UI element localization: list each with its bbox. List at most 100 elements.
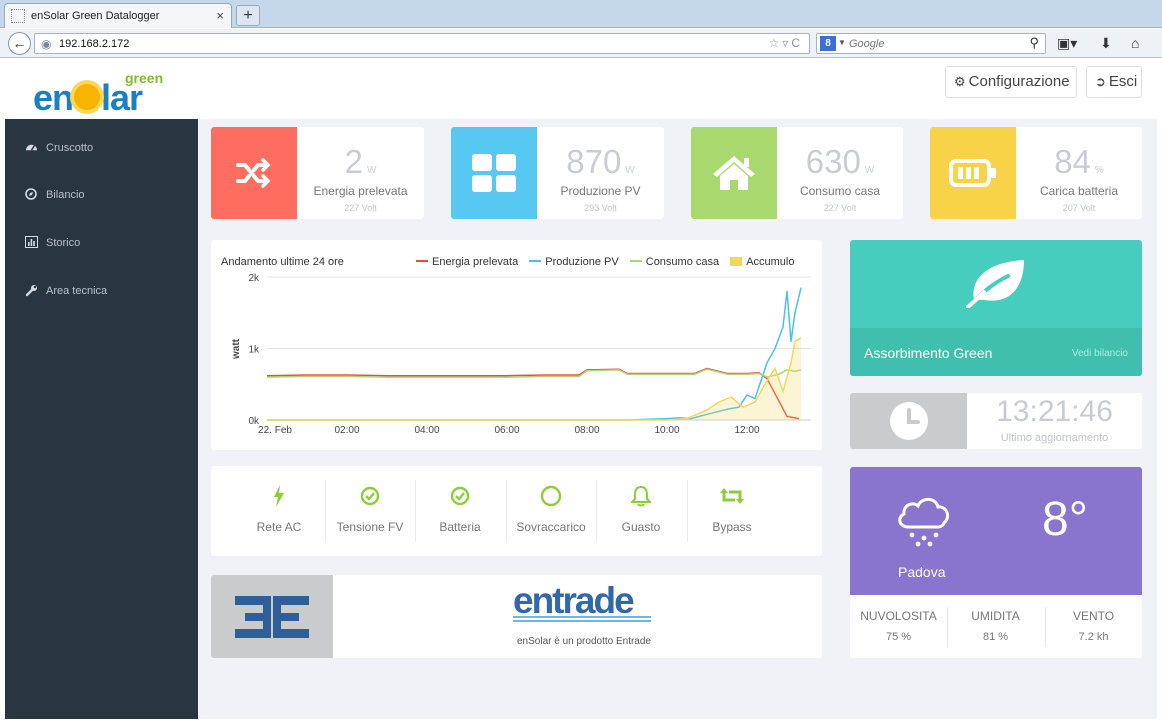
stat-card-energia-prelevata: 2W Energia prelevata 227 Volt	[211, 127, 424, 219]
search-input[interactable]	[849, 36, 1019, 51]
weather-col-umidita: UMIDITA 81 %	[947, 595, 1044, 658]
status-card: Rete AC Tensione FV Batteria Sovraccaric…	[211, 466, 822, 556]
search-engine-icon[interactable]: 8	[820, 36, 836, 51]
browser-tabbar: enSolar Green Datalogger × +	[0, 0, 1162, 28]
sidebar-item-label: Area tecnica	[46, 285, 108, 297]
sidebar-item-label: Bilancio	[46, 189, 85, 201]
bookmark-star-icon[interactable]: ☆▿C	[769, 36, 803, 50]
address-url: 192.168.2.172	[59, 38, 130, 50]
home-icon[interactable]: ⌂	[1131, 35, 1139, 51]
status-batteria[interactable]: Batteria	[415, 480, 505, 542]
stat-label: Carica batteria	[1039, 184, 1119, 198]
stat-voltage: 207 Volt	[1062, 203, 1096, 213]
weather-col-label: UMIDITA	[971, 609, 1020, 623]
logo-sun-icon	[74, 84, 101, 111]
weather-temperature: 8°	[1042, 493, 1088, 546]
gear-icon: ⚙	[954, 74, 966, 89]
logo-en: en	[33, 77, 74, 118]
bookmarks-menu-icon[interactable]: ▣▾	[1057, 35, 1077, 52]
new-tab-button[interactable]: +	[236, 5, 260, 26]
chart-plot[interactable]: 0k1k2kwatt22. Feb 02:00 04:00 06:00 08:00 10:…	[211, 240, 822, 450]
tab-favicon-icon	[11, 9, 25, 23]
tab-close-icon[interactable]: ×	[216, 8, 224, 23]
sign-out-icon: ➲	[1095, 74, 1106, 89]
y-tick-label: 1k	[248, 345, 260, 356]
sidebar-item-bilancio[interactable]: Bilancio	[5, 176, 198, 216]
exit-label: Esci	[1108, 73, 1138, 90]
status-tensione-fv[interactable]: Tensione FV	[325, 480, 415, 542]
stat-unit: W	[864, 165, 875, 176]
sidebar-item-storico[interactable]: Storico	[5, 224, 198, 264]
search-magnifier-icon[interactable]: ⚲	[1029, 35, 1039, 51]
x-tick-label: 04:00	[414, 425, 439, 436]
x-tick-label: 12:00	[734, 425, 759, 436]
entrade-mark-icon	[211, 575, 333, 658]
configuration-label: Configurazione	[968, 73, 1070, 90]
weather-col-value: 7.2 kh	[1078, 631, 1109, 643]
circle-icon	[506, 484, 596, 508]
weather-col-label: VENTO	[1072, 609, 1115, 623]
stat-card-consumo-casa: 630 W Consumo casa 227 Volt	[691, 127, 903, 219]
chart-card: Andamento ultime 24 ore Energia prelevat…	[211, 240, 822, 450]
green-card-footer: Assorbimento Green Vedi bilancio	[850, 328, 1142, 376]
stat-value: 2W	[297, 143, 424, 181]
stat-unit: %	[1094, 165, 1104, 176]
status-sovraccarico[interactable]: Sovraccarico	[506, 480, 596, 542]
y-axis-label: watt	[231, 338, 242, 360]
stat-unit: W	[625, 165, 635, 176]
status-guasto[interactable]: Guasto	[596, 480, 686, 542]
entrade-logo-text: entrade	[513, 583, 634, 621]
browser-navbar: ← ◉ 192.168.2.172 ☆▿C 8 ▼ ⚲ ▣▾ ⬇ ⌂	[0, 29, 1162, 58]
globe-icon: ◉	[41, 37, 52, 51]
configuration-button[interactable]: ⚙ Configurazione	[945, 66, 1077, 98]
clock-icon	[850, 393, 967, 449]
battery-icon	[930, 127, 1016, 219]
status-label: Guasto	[621, 520, 661, 534]
entrade-card: entrade enSolar è un prodotto Entrade	[211, 575, 822, 658]
retweet-icon	[687, 484, 777, 508]
sidebar-item-cruscotto[interactable]: Cruscotto	[5, 129, 198, 169]
view-balance-link[interactable]: Vedi bilancio	[1072, 348, 1128, 359]
browser-tab[interactable]: enSolar Green Datalogger ×	[4, 3, 232, 28]
stat-label: Produzione PV	[560, 184, 641, 198]
sidebar-item-label: Cruscotto	[46, 142, 94, 154]
status-label: Batteria	[439, 520, 481, 534]
series-line-consumo-casa	[266, 368, 802, 378]
logo-word: en lar	[33, 77, 143, 119]
stat-number: 870	[566, 143, 622, 180]
app-header: green en lar ⚙ Configurazione ➲ Esci	[5, 59, 1157, 119]
download-icon[interactable]: ⬇	[1100, 35, 1112, 52]
stat-card-produzione-pv: 870 W Produzione PV 293 Volt	[451, 127, 664, 219]
weather-col-label: NUVOLOSITA	[860, 609, 937, 623]
stat-voltage: 227 Volt	[823, 203, 857, 213]
entrade-logo: entrade	[511, 580, 659, 623]
back-arrow-icon: ←	[12, 35, 27, 51]
check-circle-icon	[415, 484, 505, 508]
status-bypass[interactable]: Bypass	[687, 480, 777, 542]
entrade-caption: enSolar è un prodotto Entrade	[517, 636, 651, 647]
x-tick-label: 08:00	[574, 425, 599, 436]
x-tick-label: 10:00	[654, 425, 679, 436]
search-bar[interactable]: 8 ▼ ⚲	[816, 33, 1046, 54]
x-tick-label: 22. Feb	[258, 425, 292, 436]
weather-col-vento: VENTO 7.2 kh	[1045, 595, 1142, 658]
status-label: Tensione FV	[336, 520, 404, 534]
bolt-icon	[234, 484, 324, 508]
weather-top: 8° Padova	[850, 467, 1142, 595]
address-bar[interactable]: ◉ 192.168.2.172 ☆▿C	[34, 33, 810, 54]
back-button[interactable]: ←	[8, 32, 31, 55]
bar-chart-icon	[25, 236, 39, 251]
status-rete-ac[interactable]: Rete AC	[234, 480, 324, 542]
grid-icon	[451, 127, 537, 219]
weather-card: 8° Padova NUVOLOSITA 75 % UMIDITA 81 % V…	[850, 467, 1142, 658]
status-label: Bypass	[712, 520, 752, 534]
check-circle-icon	[325, 484, 415, 508]
ensolar-logo[interactable]: green en lar	[33, 70, 173, 118]
search-engine-dropdown-icon[interactable]: ▼	[838, 38, 846, 47]
sidebar-item-area-tecnica[interactable]: Area tecnica	[5, 272, 198, 312]
rain-cloud-icon	[898, 497, 950, 547]
exit-button[interactable]: ➲ Esci	[1086, 66, 1142, 98]
stat-value: 630 W	[777, 143, 903, 181]
stat-voltage: 293 Volt	[584, 203, 617, 213]
leaf-icon	[966, 260, 1024, 308]
